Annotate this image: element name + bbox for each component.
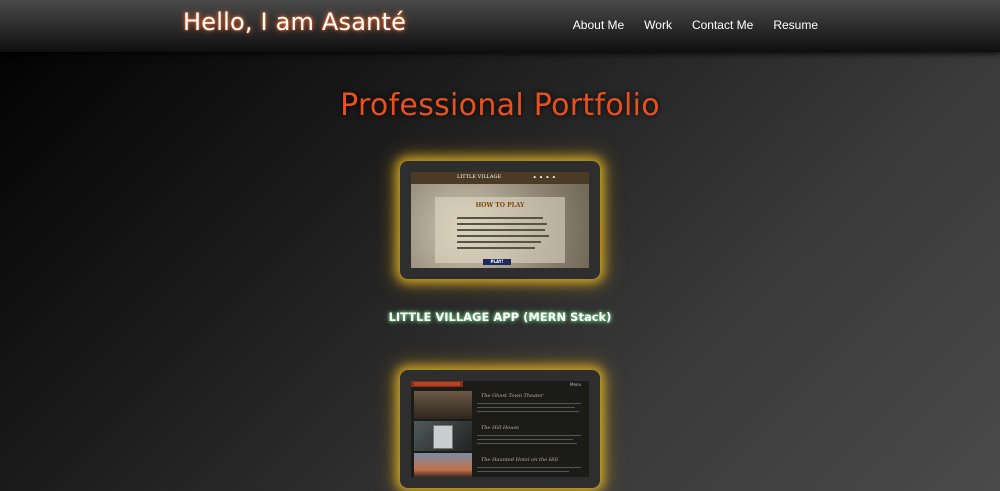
- thumb-site-banner: [411, 381, 463, 387]
- thumb-text-line: [457, 229, 545, 231]
- thumb-nav-links: ▪▪▪▪: [533, 175, 559, 179]
- nav-resume[interactable]: Resume: [773, 18, 818, 32]
- project-screenshot-haunted-houses[interactable]: Menu The Ghost Town Theater The Hill Hou…: [411, 381, 589, 477]
- thumb-text-line: [477, 407, 575, 408]
- thumb-text-line: [477, 471, 569, 472]
- project-card-haunted-houses[interactable]: Menu The Ghost Town Theater The Hill Hou…: [400, 370, 600, 488]
- thumb-text-line: [457, 235, 549, 237]
- nav-work[interactable]: Work: [644, 18, 672, 32]
- thumb-text-line: [477, 467, 581, 468]
- thumb-menu: Menu: [570, 382, 581, 387]
- thumb-text-line: [477, 443, 577, 444]
- thumb-text-line: [457, 247, 535, 249]
- top-navbar: Hello, I am Asanté About Me Work Contact…: [0, 0, 1000, 52]
- thumb-text-line: [477, 403, 581, 404]
- thumb-instructions-panel: HOW TO PLAY: [435, 197, 565, 263]
- thumb-image: [414, 453, 472, 477]
- thumb-play-button: PLAY!: [483, 259, 511, 265]
- page-title: Professional Portfolio: [340, 88, 660, 123]
- project-caption-little-village[interactable]: LITTLE VILLAGE APP (MERN Stack): [0, 310, 1000, 324]
- thumb-text-line: [457, 217, 543, 219]
- thumb-heading: The Haunted Hotel on the Hill: [481, 457, 558, 463]
- thumb-image: [414, 391, 472, 419]
- thumb-heading: The Ghost Town Theater: [481, 393, 544, 399]
- main-nav: About Me Work Contact Me Resume: [573, 18, 818, 32]
- site-brand[interactable]: Hello, I am Asanté: [183, 8, 406, 36]
- thumb-text-line: [457, 223, 547, 225]
- thumb-logo: LITTLE VILLAGE: [457, 174, 502, 180]
- nav-contact-me[interactable]: Contact Me: [692, 18, 753, 32]
- thumb-heading: The Hill House: [481, 425, 519, 431]
- nav-about-me[interactable]: About Me: [573, 18, 624, 32]
- thumb-image: [433, 425, 453, 449]
- project-screenshot-little-village[interactable]: LITTLE VILLAGE ▪▪▪▪ HOW TO PLAY PLAY!: [411, 172, 589, 268]
- thumb-text-line: [477, 435, 581, 436]
- thumb-text-line: [477, 411, 579, 412]
- project-card-little-village[interactable]: LITTLE VILLAGE ▪▪▪▪ HOW TO PLAY PLAY!: [400, 161, 600, 279]
- thumb-text-line: [477, 439, 573, 440]
- thumb-heading: HOW TO PLAY: [475, 202, 525, 209]
- thumb-text-line: [457, 241, 541, 243]
